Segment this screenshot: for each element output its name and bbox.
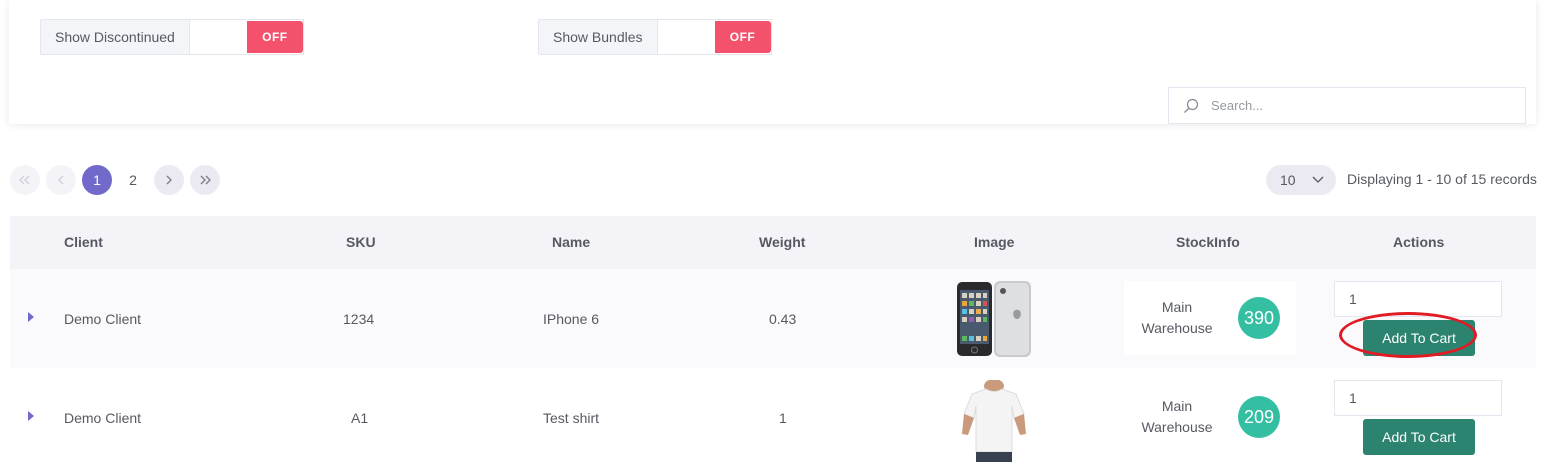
page-1-button[interactable]: 1 — [82, 165, 112, 195]
expand-row-icon[interactable] — [28, 411, 34, 421]
show-bundles-toggle[interactable]: Show Bundles OFF — [538, 19, 772, 55]
table-header: Client SKU Name Weight Image StockInfo A… — [10, 216, 1536, 269]
iphone-image — [957, 281, 1031, 357]
page-2-button[interactable]: 2 — [118, 165, 148, 195]
add-to-cart-button[interactable]: Add To Cart — [1363, 419, 1475, 455]
next-page-button[interactable] — [154, 165, 184, 195]
show-bundles-switch[interactable]: OFF — [656, 19, 772, 55]
per-page-value: 10 — [1280, 172, 1296, 188]
stock-quantity-badge: 209 — [1238, 396, 1280, 438]
show-bundles-label: Show Bundles — [538, 19, 657, 55]
per-page-select[interactable]: 10 — [1266, 165, 1336, 195]
column-header-sku[interactable]: SKU — [346, 234, 376, 250]
stock-quantity-badge: 390 — [1238, 297, 1280, 339]
tshirt-image — [962, 380, 1026, 462]
show-discontinued-label: Show Discontinued — [40, 19, 189, 55]
search-input[interactable] — [1209, 97, 1513, 114]
chevron-right-icon — [166, 175, 172, 185]
sku-cell: 1234 — [343, 311, 375, 327]
chevron-left-icon — [58, 175, 64, 185]
sku-cell: A1 — [351, 410, 369, 426]
expand-row-icon[interactable] — [28, 312, 34, 322]
add-to-cart-button[interactable]: Add To Cart — [1363, 320, 1475, 356]
search-icon — [1184, 98, 1199, 113]
weight-cell: 1 — [779, 410, 787, 426]
column-header-stockinfo[interactable]: StockInfo — [1176, 234, 1240, 250]
first-page-button[interactable] — [10, 165, 40, 195]
warehouse-name: Main Warehouse — [1141, 299, 1213, 336]
toggle-off-state[interactable]: OFF — [246, 20, 303, 53]
name-cell: Test shirt — [543, 410, 600, 426]
double-chevron-right-icon — [200, 175, 211, 185]
column-header-image[interactable]: Image — [974, 234, 1014, 250]
chevron-down-icon — [1312, 176, 1324, 183]
table-row: Demo Client A1 Test shirt 1 Main Warehou… — [10, 368, 1536, 467]
table-row: Demo Client 1234 IPhone 6 0.43 Main Ware… — [10, 269, 1536, 368]
client-cell: Demo Client — [64, 410, 142, 426]
column-header-name[interactable]: Name — [552, 234, 590, 250]
records-info: Displaying 1 - 10 of 15 records — [1347, 171, 1537, 187]
show-discontinued-toggle[interactable]: Show Discontinued OFF — [40, 19, 304, 55]
show-discontinued-switch[interactable]: OFF — [188, 19, 304, 55]
last-page-button[interactable] — [190, 165, 220, 195]
column-header-actions: Actions — [1393, 234, 1445, 250]
prev-page-button[interactable] — [46, 165, 76, 195]
double-chevron-left-icon — [19, 175, 30, 185]
client-cell: Demo Client — [64, 311, 142, 327]
stock-info: Main Warehouse 390 — [1124, 281, 1296, 355]
search-field[interactable] — [1168, 87, 1526, 124]
quantity-input[interactable] — [1334, 380, 1502, 416]
weight-cell: 0.43 — [769, 311, 797, 327]
quantity-input[interactable] — [1334, 281, 1502, 317]
products-table: Client SKU Name Weight Image StockInfo A… — [10, 216, 1536, 467]
name-cell: IPhone 6 — [543, 311, 600, 327]
column-header-weight[interactable]: Weight — [759, 234, 805, 250]
column-header-client[interactable]: Client — [64, 234, 103, 250]
warehouse-name: Main Warehouse — [1141, 398, 1213, 435]
stock-info: Main Warehouse 209 — [1124, 380, 1296, 454]
pagination: 1 2 — [10, 165, 226, 195]
toggle-off-state[interactable]: OFF — [714, 20, 771, 53]
